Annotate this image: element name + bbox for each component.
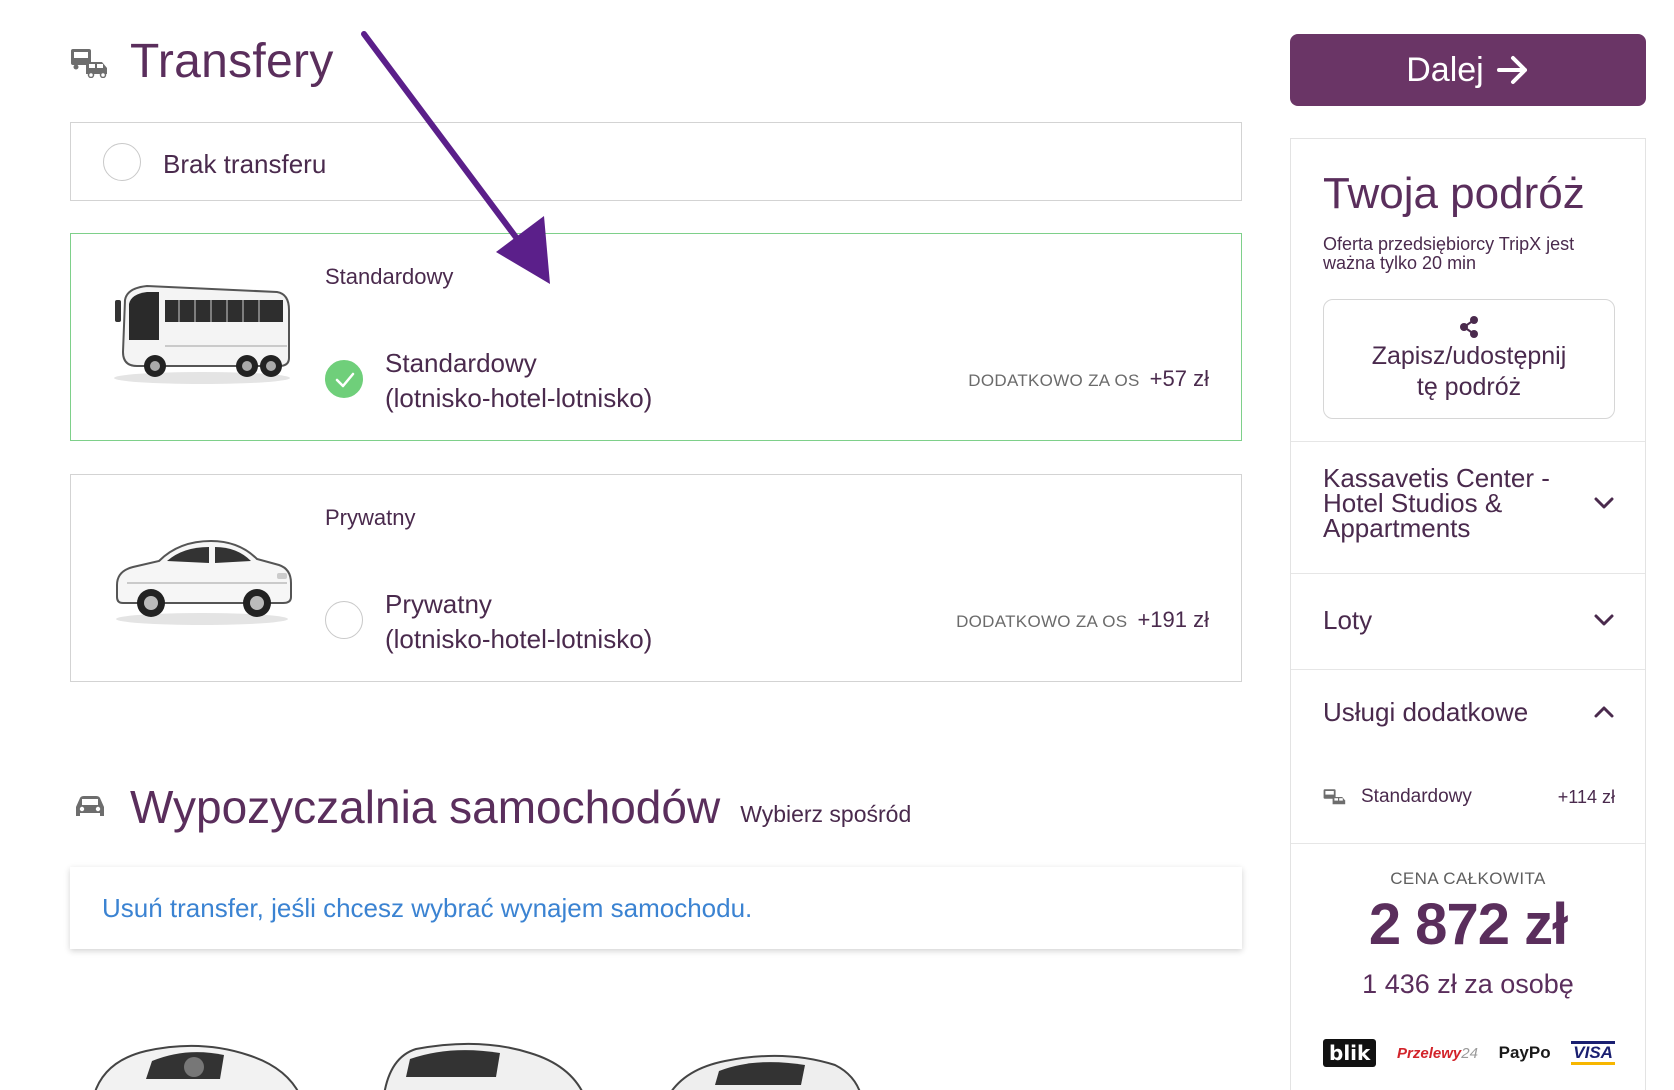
divider (1291, 573, 1645, 574)
extra-services-label: Usługi dodatkowe (1323, 696, 1529, 727)
trip-summary-panel: Twoja podróż Oferta przedsiębiorcy TripX… (1290, 138, 1646, 1090)
chevron-down-icon (1594, 614, 1614, 626)
car-rental-heading: Wypozyczalnia samochodów Wybierz spośród (68, 780, 911, 834)
total-price-value: 2 872 zł (1368, 892, 1568, 957)
check-icon (335, 372, 355, 388)
paypo-logo: PayPo (1498, 1043, 1551, 1062)
hotel-name-line3: Appartments (1323, 512, 1471, 543)
standard-transfer-name: Standardowy (lotnisko-hotel-lotnisko) (385, 346, 652, 416)
next-button-label: Dalej (1406, 50, 1484, 89)
hotel-name-line2: Hotel Studios & (1323, 487, 1503, 518)
private-transfer-option[interactable]: Prywatny Prywatny (lotnisko-hotel-lotnis… (70, 474, 1242, 682)
private-transfer-price: DODATKOWO ZA OS +191 zł (956, 607, 1209, 633)
flights-accordion[interactable]: Loty (1323, 595, 1615, 645)
remove-transfer-link[interactable]: Usuń transfer, jeśli chcesz wybrać wynaj… (102, 893, 752, 924)
extra-per-person-label: DODATKOWO ZA OS (968, 371, 1140, 390)
private-name-line1: Prywatny (385, 589, 492, 619)
total-price-label: CENA CAŁKOWITA (1390, 869, 1546, 888)
extra-service-price: +114 zł (1557, 786, 1615, 807)
extra-services-accordion[interactable]: Usługi dodatkowe (1323, 687, 1615, 737)
rental-car-image[interactable] (380, 1035, 610, 1090)
private-name-line2: (lotnisko-hotel-lotnisko) (385, 624, 653, 654)
transfer-icon (68, 44, 112, 80)
car-icon (68, 789, 112, 825)
no-transfer-option[interactable]: Brak transferu (70, 122, 1242, 201)
divider (1291, 843, 1645, 844)
rental-car-image[interactable] (665, 1035, 895, 1090)
extra-service-item: Standardowy +114 zł (1323, 786, 1615, 808)
hotel-name: Kassavetis Center - Hotel Studios & Appa… (1323, 462, 1550, 543)
hotel-name-line1: Kassavetis Center - (1323, 462, 1550, 493)
private-category-label: Prywatny (325, 505, 416, 530)
chevron-down-icon (1594, 497, 1614, 509)
przelewy24-logo: Przelewy24 (1397, 1045, 1478, 1062)
przelewy24-logo-text: Przelewy (1397, 1044, 1462, 1062)
standard-transfer-option[interactable]: Standardowy Standardowy (lotnisko-hotel-… (70, 233, 1242, 441)
page: Transfery Brak transferu Standardowy Sta… (0, 0, 1674, 1090)
next-button[interactable]: Dalej (1290, 34, 1646, 106)
price-amount: +191 zł (1137, 607, 1209, 632)
divider (1291, 441, 1645, 442)
transfer-icon (1323, 789, 1346, 805)
divider (1291, 669, 1645, 670)
private-transfer-name: Prywatny (lotnisko-hotel-lotnisko) (385, 587, 652, 657)
save-share-line2: tę podróż (1416, 373, 1522, 401)
private-transfer-radio[interactable] (325, 601, 363, 639)
remove-transfer-notice: Usuń transfer, jeśli chcesz wybrać wynaj… (70, 867, 1242, 949)
extra-per-person-label: DODATKOWO ZA OS (956, 612, 1128, 631)
visa-logo: VISA (1571, 1041, 1615, 1065)
rental-car-image[interactable] (90, 1035, 320, 1090)
payment-logos: blik Przelewy24 PayPo VISA (1323, 1039, 1615, 1067)
transfers-title: Transfery (130, 35, 334, 88)
car-image (107, 511, 297, 631)
car-rental-title: Wypozyczalnia samochodów (130, 781, 721, 833)
arrow-right-icon (1496, 56, 1527, 84)
extra-service-label: Standardowy (1361, 786, 1472, 807)
przelewy24-logo-number: 24 (1461, 1044, 1478, 1062)
offer-validity-note: Oferta przedsiębiorcy TripX jest ważna t… (1323, 234, 1575, 273)
price-per-person: 1 436 zł za osobę (1362, 969, 1574, 999)
price-amount: +57 zł (1149, 366, 1209, 391)
share-icon (1460, 316, 1478, 338)
car-rental-subtitle: Wybierz spośród (740, 800, 912, 827)
flights-label: Loty (1323, 604, 1373, 635)
hotel-accordion[interactable]: Kassavetis Center - Hotel Studios & Appa… (1323, 465, 1615, 541)
standard-name-line1: Standardowy (385, 348, 537, 378)
trip-summary-title: Twoja podróż (1323, 169, 1585, 218)
save-share-line1: Zapisz/udostępnij (1371, 342, 1567, 370)
chevron-up-icon (1594, 706, 1614, 718)
annotation-arrow (361, 31, 550, 284)
save-share-trip-button[interactable]: Zapisz/udostępnij tę podróż (1323, 299, 1615, 419)
transfers-heading: Transfery (68, 34, 334, 89)
standard-transfer-radio[interactable] (325, 360, 363, 398)
standard-name-line2: (lotnisko-hotel-lotnisko) (385, 383, 653, 413)
no-transfer-radio[interactable] (103, 143, 141, 181)
blik-logo: blik (1323, 1039, 1377, 1067)
standard-transfer-price: DODATKOWO ZA OS +57 zł (968, 366, 1209, 392)
no-transfer-label: Brak transferu (163, 149, 327, 179)
bus-image (107, 270, 297, 390)
